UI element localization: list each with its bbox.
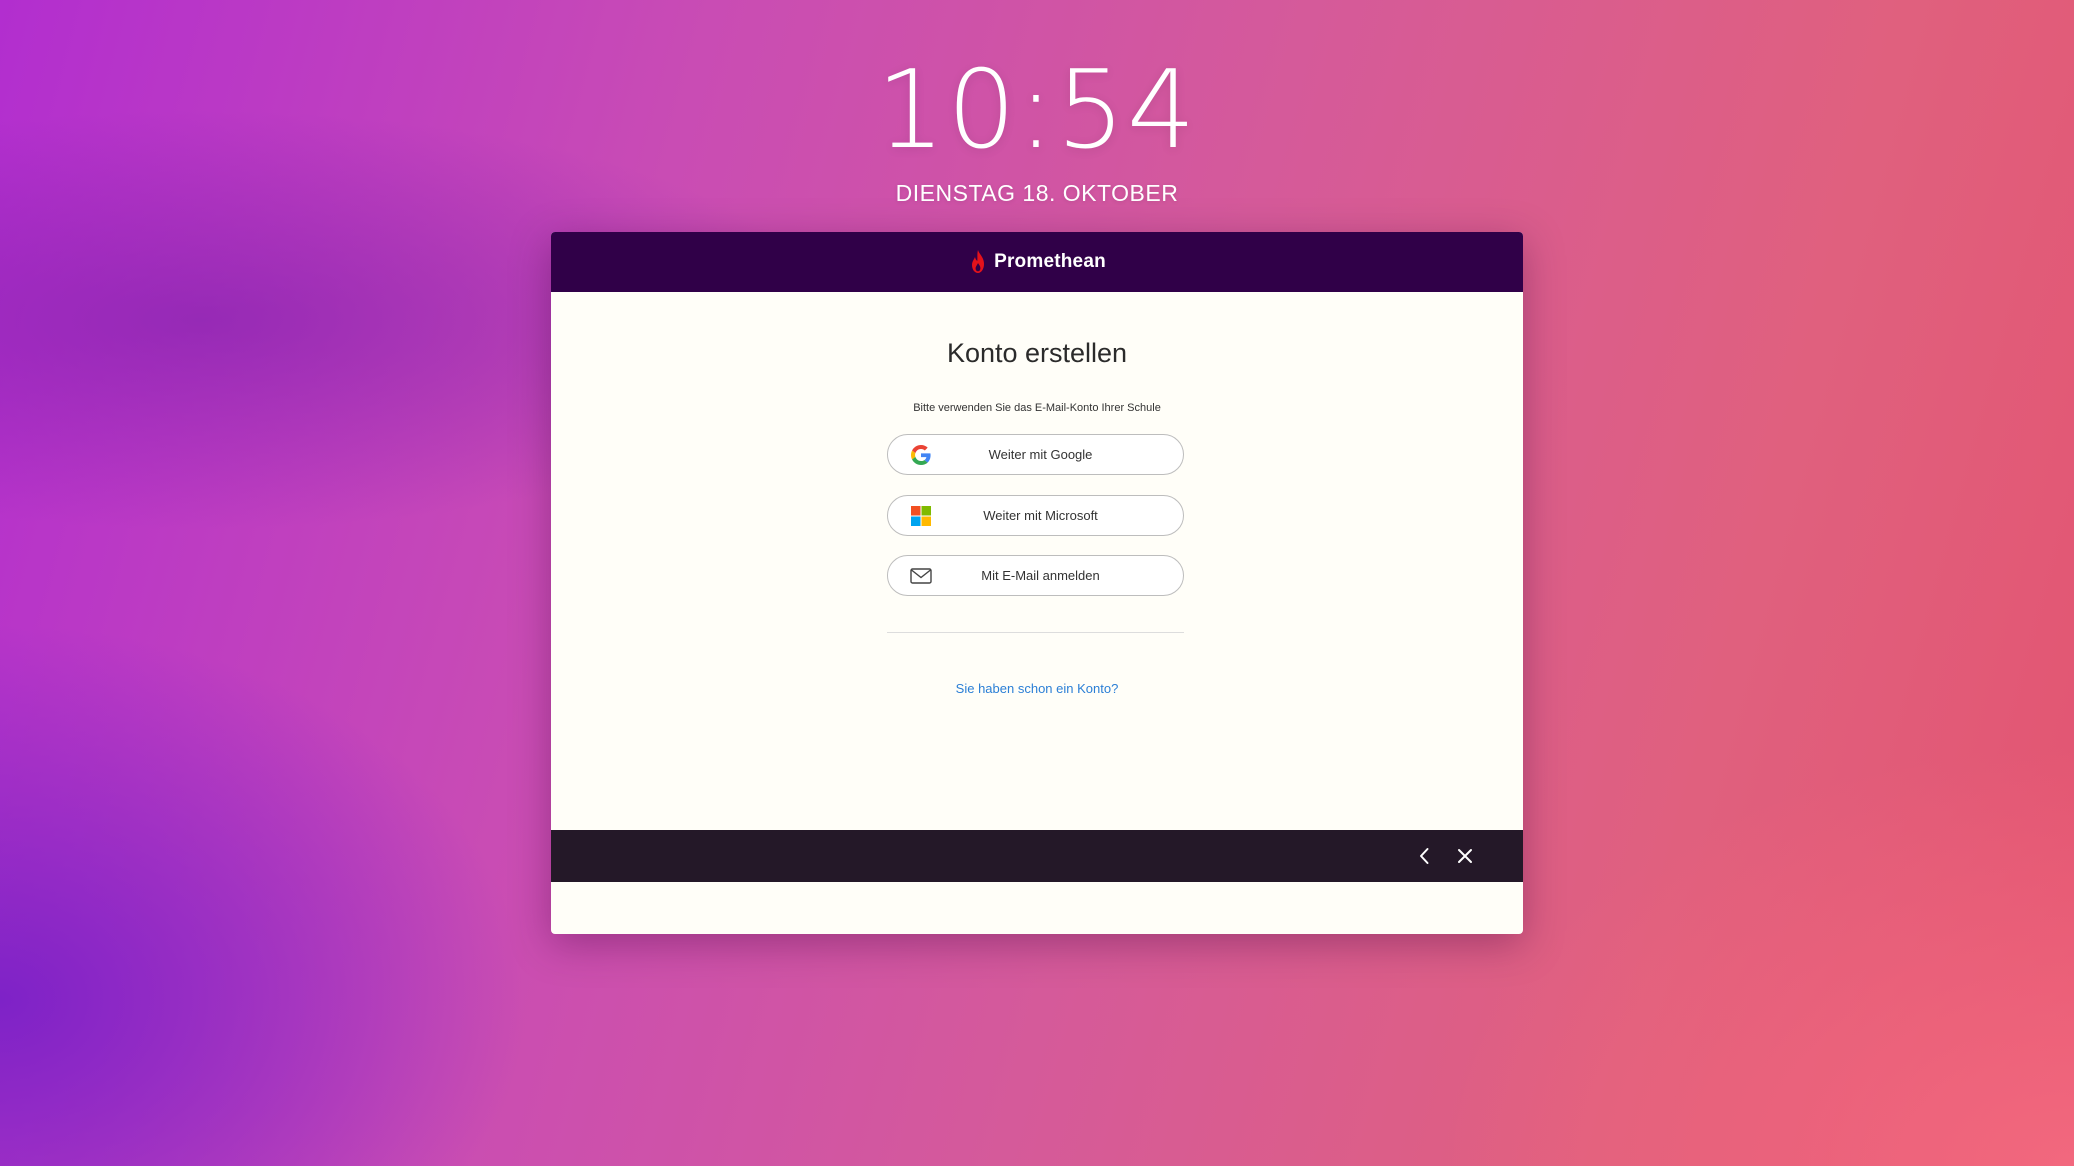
dialog-body: Konto erstellen Bitte verwenden Sie das … xyxy=(551,292,1523,882)
existing-account-link[interactable]: Sie haben schon ein Konto? xyxy=(551,681,1523,696)
school-email-hint: Bitte verwenden Sie das E-Mail-Konto Ihr… xyxy=(913,402,1161,414)
continue-with-microsoft-button[interactable]: Weiter mit Microsoft xyxy=(887,495,1184,536)
dialog-title: Konto erstellen xyxy=(946,338,1128,368)
chevron-left-icon xyxy=(1420,848,1429,864)
google-icon xyxy=(910,444,932,466)
lock-screen-clock: 10:54 DIENSTAG 18. OKTOBER xyxy=(0,52,2074,207)
continue-with-google-button[interactable]: Weiter mit Google xyxy=(887,434,1184,475)
divider xyxy=(887,632,1184,633)
create-account-dialog: Promethean Konto erstellen Bitte verwend… xyxy=(551,232,1523,934)
microsoft-icon xyxy=(910,505,932,527)
close-icon xyxy=(1458,849,1472,863)
google-button-label: Weiter mit Google xyxy=(988,447,1093,462)
close-button[interactable] xyxy=(1451,842,1479,870)
clock-date: DIENSTAG 18. OKTOBER xyxy=(895,180,1179,206)
back-button[interactable] xyxy=(1411,842,1439,870)
brand-name: Promethean xyxy=(994,251,1106,272)
dialog-footer xyxy=(551,830,1523,882)
sign-in-with-email-button[interactable]: Mit E-Mail anmelden xyxy=(887,555,1184,596)
clock-time: 10:54 xyxy=(876,48,1198,173)
email-button-label: Mit E-Mail anmelden xyxy=(981,568,1100,583)
microsoft-button-label: Weiter mit Microsoft xyxy=(983,508,1098,523)
dialog-header: Promethean xyxy=(551,232,1523,292)
brand-logo: Promethean xyxy=(968,249,1106,275)
mail-icon xyxy=(910,565,932,587)
flame-icon xyxy=(972,250,985,273)
